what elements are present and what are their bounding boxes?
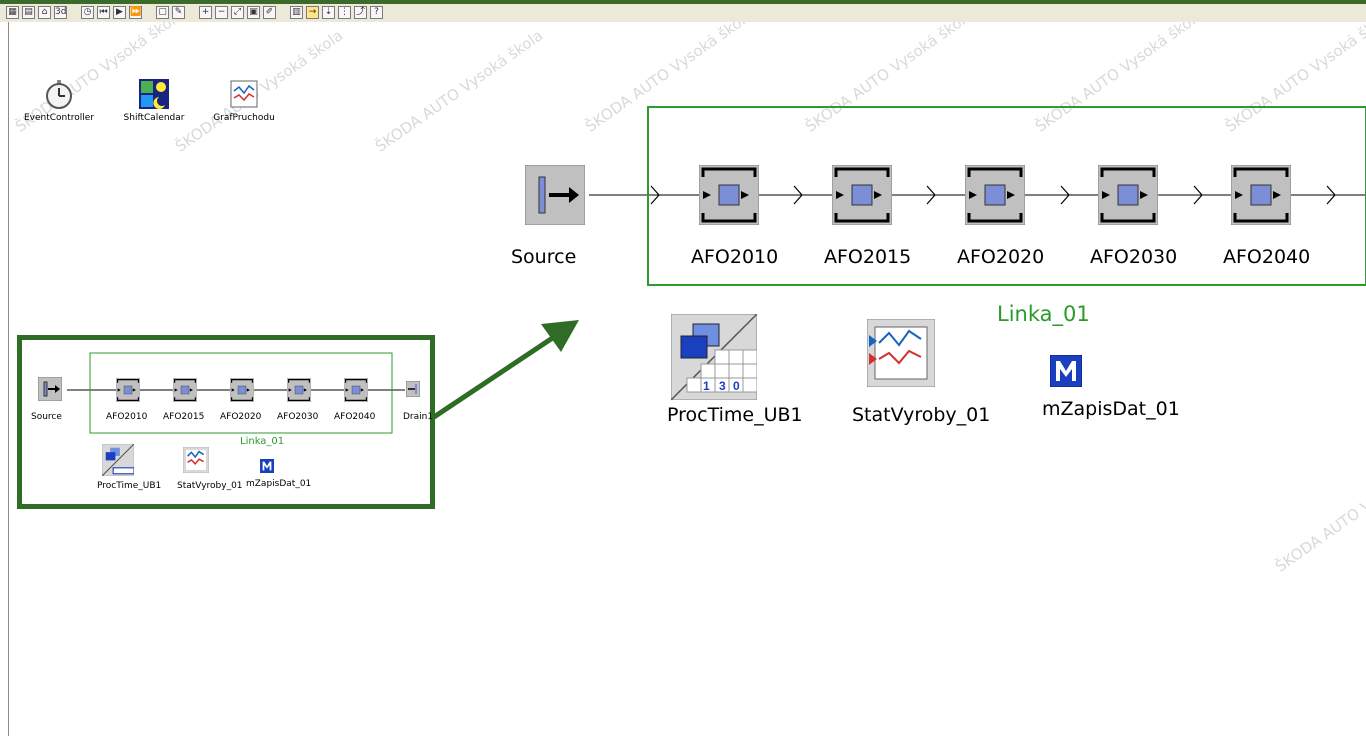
mini-station-afo2040 [343, 377, 369, 406]
statistics-chart-icon [182, 446, 210, 474]
station-afo2020[interactable] [964, 164, 1026, 226]
mini-proctime-label: ProcTime_UB1 [97, 481, 162, 491]
table-digit: 3 [719, 379, 726, 393]
station-icon [698, 164, 760, 226]
mzapisdat-object[interactable] [1049, 354, 1083, 391]
mini-station-label: AFO2020 [220, 412, 262, 422]
toolbar-separator [188, 6, 196, 19]
mini-station-afo2020 [229, 377, 255, 406]
statvyroby-label: StatVyroby_01 [852, 404, 991, 426]
mini-statvyroby-label: StatVyroby_01 [177, 481, 243, 491]
mini-station-afo2030 [286, 377, 312, 406]
station-icon [831, 164, 893, 226]
fast-forward-icon[interactable]: ⏩ [129, 6, 142, 19]
mini-connectors [67, 352, 405, 434]
station-icon [286, 377, 312, 403]
mini-proctime [101, 443, 135, 480]
mini-drain-label: Drain1 [403, 412, 434, 422]
drain-icon [405, 380, 421, 398]
station-label: AFO2040 [1223, 246, 1311, 268]
station-label: AFO2030 [1090, 246, 1178, 268]
fit-icon[interactable]: ⤢ [231, 6, 244, 19]
mini-mzapisdat [260, 458, 274, 477]
station-label: AFO2010 [691, 246, 779, 268]
mini-statvyroby [182, 446, 210, 477]
toolbar-icons: ▦ ▤ ⌂ 3d ◷ ⏮ ▶ ⏩ ▢ ✎ + − ⤢ ▣ ✐ ▥ → ⇣ ⋮ ⤴? [6, 6, 383, 19]
toolbar-separator [145, 6, 153, 19]
mini-station-afo2015 [172, 377, 198, 406]
method-icon [1049, 354, 1083, 388]
mini-station-afo2010 [115, 377, 141, 406]
chart2-icon[interactable]: ▥ [290, 6, 303, 19]
source-label: Source [511, 246, 577, 268]
station-afo2015[interactable] [831, 164, 893, 226]
mini-source [37, 376, 63, 405]
inherit-icon[interactable]: ⇣ [322, 6, 335, 19]
mini-source-label: Source [31, 412, 62, 422]
station-icon [115, 377, 141, 403]
home-icon[interactable]: ⌂ [38, 6, 51, 19]
source-block[interactable] [524, 164, 586, 226]
station-icon [1097, 164, 1159, 226]
play-icon[interactable]: ▶ [113, 6, 126, 19]
proctime-label: ProcTime_UB1 [667, 404, 803, 426]
frame-icon[interactable]: ▢ [156, 6, 169, 19]
station-icon [172, 377, 198, 403]
source-icon [37, 376, 63, 402]
mini-mzapisdat-label: mZapisDat_01 [246, 479, 312, 489]
chart-icon[interactable]: ▣ [247, 6, 260, 19]
zoom-out-icon[interactable]: − [215, 6, 228, 19]
grid2-icon[interactable]: ⋮ [338, 6, 351, 19]
station-label: AFO2015 [824, 246, 912, 268]
graph-icon[interactable]: ⤴ [354, 6, 367, 19]
pen-icon[interactable]: ✐ [263, 6, 276, 19]
station-icon [229, 377, 255, 403]
brush-icon[interactable]: ✎ [172, 6, 185, 19]
statvyroby-object[interactable] [866, 318, 936, 391]
statistics-chart-icon [866, 318, 936, 388]
help-icon[interactable]: ? [370, 6, 383, 19]
station-icon [343, 377, 369, 403]
mini-overview: Source Drain1 Linka_01 ProcTime_UB1 Stat… [17, 335, 435, 509]
table-file-icon: 1 3 0 [670, 313, 758, 401]
method-icon [260, 459, 274, 473]
table-digit: 0 [733, 379, 740, 393]
3d-icon[interactable]: 3d [54, 6, 67, 19]
reset-icon[interactable]: ⏮ [97, 6, 110, 19]
mini-station-label: AFO2015 [163, 412, 205, 422]
station-icon [964, 164, 1026, 226]
station-afo2010[interactable] [698, 164, 760, 226]
source-icon [524, 164, 586, 226]
linka-label: Linka_01 [997, 302, 1090, 326]
station-icon [1230, 164, 1292, 226]
mzapisdat-label: mZapisDat_01 [1042, 398, 1180, 420]
table-file-icon [101, 443, 135, 477]
toolbar: ▦ ▤ ⌂ 3d ◷ ⏮ ▶ ⏩ ▢ ✎ + − ⤢ ▣ ✐ ▥ → ⇣ ⋮ ⤴? [0, 0, 1366, 22]
grid-icon[interactable]: ▦ [6, 6, 19, 19]
connector-icon[interactable]: → [306, 6, 319, 19]
station-afo2040[interactable] [1230, 164, 1292, 226]
mini-linka-label: Linka_01 [240, 436, 285, 447]
clock-icon[interactable]: ◷ [81, 6, 94, 19]
mini-drain [405, 380, 421, 401]
zoom-in-icon[interactable]: + [199, 6, 212, 19]
station-label: AFO2020 [957, 246, 1045, 268]
toolbar-separator [70, 6, 78, 19]
proctime-object[interactable]: 1 3 0 [670, 313, 758, 404]
toolbar-separator [279, 6, 287, 19]
layout-icon[interactable]: ▤ [22, 6, 35, 19]
mini-station-label: AFO2030 [277, 412, 319, 422]
mini-station-label: AFO2010 [106, 412, 148, 422]
station-afo2030[interactable] [1097, 164, 1159, 226]
table-digit: 1 [703, 379, 710, 393]
mini-station-label: AFO2040 [334, 412, 376, 422]
